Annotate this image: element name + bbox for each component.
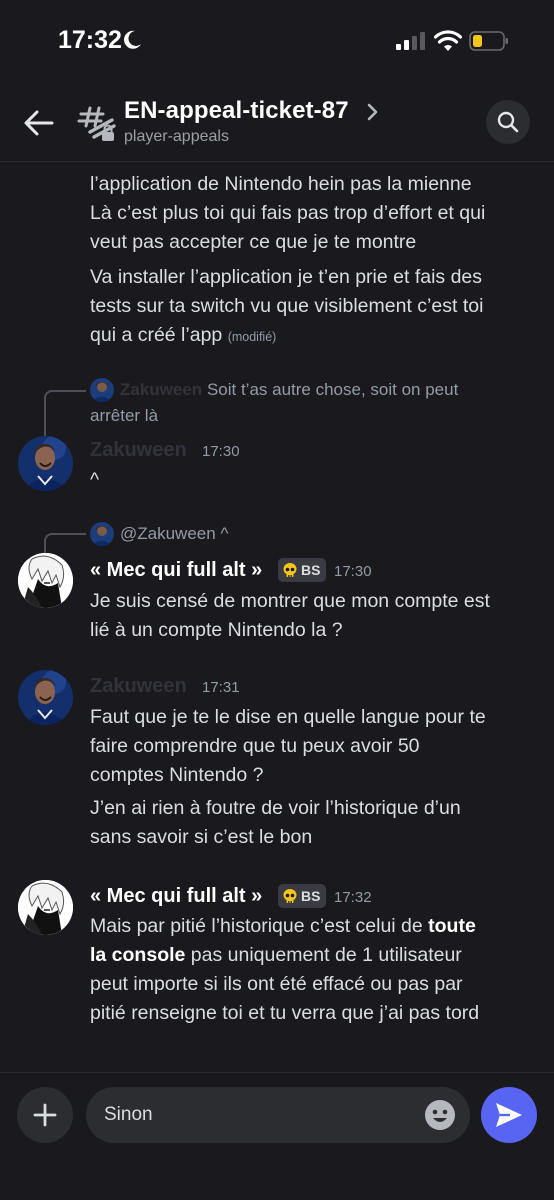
message-line: lié à un compte Nintendo la ? [90,619,343,641]
message-composer [0,1072,554,1200]
tag-label: BS [301,888,321,904]
wifi-icon [434,30,462,51]
message-author[interactable]: « Mec qui full alt » [90,559,262,582]
message-line: Faut que je te le dise en quelle langue … [90,706,486,728]
add-attachment-button[interactable] [17,1087,73,1143]
message-text: ^ [90,469,100,491]
message-text: Va installer l’application je t’en prie … [90,263,530,352]
status-bar: 17:32 [0,0,554,80]
message-line: la console pas uniquement de 1 utilisate… [90,941,530,970]
message-line: Mais par pitié l’historique c’est celui … [90,912,530,941]
reply-preview-continued: arrêter là [90,403,510,429]
message-line: J’en ai rien à foutre de voir l’historiq… [90,797,461,819]
bold-segment: la console [90,944,186,966]
avatar[interactable] [18,880,73,935]
user-tag: BS [278,884,327,908]
back-arrow-icon[interactable] [22,106,56,140]
message-timestamp: 17:31 [202,679,240,696]
message-line: sans savoir si c’est le bon [90,826,313,848]
parent-channel-name[interactable]: player-appeals [124,128,229,146]
reply-snippet: ^ [220,524,229,543]
message-segment: Mais par pitié l’historique c’est celui … [90,915,429,937]
message-line: peut importe si ils ont été effacé ou pa… [90,973,463,995]
moon-icon [124,30,141,49]
battery-icon [469,31,508,51]
channel-header: EN-appeal-ticket-87 player-appeals [0,80,554,162]
thread-icon [77,106,116,141]
emoji-icon[interactable] [424,1099,456,1131]
send-button[interactable] [481,1087,537,1143]
message-author[interactable]: Zakuween [90,439,187,462]
message-text: l’application de Nintendo hein pas la mi… [90,170,530,257]
message-line: Là c’est plus toi qui fais pas trop d’ef… [90,202,486,224]
clipped-message-line [90,152,530,164]
signal-icon [396,32,425,50]
message-segment: pas uniquement de 1 utilisateur [185,944,462,966]
edited-label: (modifié) [227,330,277,344]
message-author[interactable]: « Mec qui full alt » [90,885,262,908]
message-text: Mais par pitié l’historique c’est celui … [90,912,530,1028]
avatar[interactable] [18,670,73,725]
plus-icon [33,1103,57,1127]
search-button[interactable] [486,100,530,144]
message-author[interactable]: Zakuween [90,675,187,698]
message-line: qui a créé l’app [90,324,223,346]
chevron-right-icon[interactable] [366,102,380,122]
avatar[interactable] [18,553,73,608]
message-line: pitié renseigne toi et tu verra que j’ai… [90,1002,480,1024]
message-line: comptes Nintendo ? [90,764,264,786]
reply-snippet: arrêter là [90,406,159,425]
message-line: veut pas accepter ce que je te montre [90,231,417,253]
reply-avatar[interactable] [90,378,114,402]
message-line: Va installer l’application je t’en prie … [90,266,483,288]
user-tag: BS [278,558,327,582]
reply-preview[interactable]: Zakuween Soit t’as autre chose, soit on … [120,377,540,403]
message-input[interactable] [86,1087,470,1143]
reply-connector [44,390,86,438]
message-text: Faut que je te le dise en quelle langue … [90,703,530,790]
message-timestamp: 17:30 [334,563,372,580]
skull-icon [283,563,297,577]
bold-segment: toute [428,915,476,937]
avatar[interactable] [18,436,73,491]
send-icon [496,1103,522,1127]
reply-author: Zakuween [120,380,203,399]
message-line: Je suis censé de montrer que mon compte … [90,590,490,612]
message-line: tests sur ta switch vu que visiblement c… [90,295,484,317]
message-text: Je suis censé de montrer que mon compte … [90,587,530,645]
message-text: J’en ai rien à foutre de voir l’historiq… [90,794,530,852]
message-line: l’application de Nintendo hein pas la mi… [90,173,472,195]
message-line: faire comprendre que tu peux avoir 50 [90,735,420,757]
skull-icon [283,889,297,903]
message-timestamp: 17:32 [334,889,372,906]
status-time: 17:32 [58,26,122,54]
reply-avatar[interactable] [90,522,114,546]
search-icon [497,111,519,133]
message-timestamp: 17:30 [202,443,240,460]
tag-label: BS [301,562,321,578]
reply-preview[interactable]: @Zakuween ^ [120,521,540,547]
channel-title[interactable]: EN-appeal-ticket-87 [124,97,349,125]
reply-snippet: Soit t’as autre chose, soit on peut [206,380,459,399]
reply-author: @Zakuween [120,524,216,543]
